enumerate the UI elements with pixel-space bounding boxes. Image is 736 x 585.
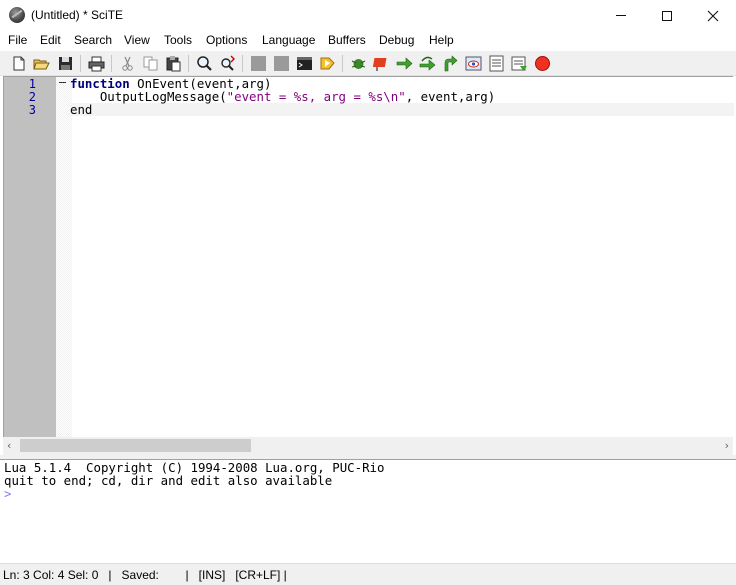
status-text: Ln: 3 Col: 4 Sel: 0 | Saved: | [INS] [CR… [3,568,287,582]
toolbar [0,51,736,76]
output-prompt: > [4,486,12,501]
minimize-icon [616,15,626,16]
close-button[interactable] [690,0,736,31]
menu-edit[interactable]: Edit [40,33,61,47]
fold-margin[interactable] [56,77,72,438]
save-icon[interactable] [57,55,74,72]
watch-icon[interactable] [465,55,482,72]
toolbar-separator [80,55,81,72]
toolbar-separator [188,55,189,72]
find-icon[interactable] [196,55,213,72]
menu-bar: File Edit Search View Tools Options Lang… [0,31,736,51]
paste-icon[interactable] [165,55,182,72]
scite-app-icon[interactable] [9,7,25,23]
menu-search[interactable]: Search [74,33,112,47]
line-number: 1 [28,77,36,91]
scroll-right-icon[interactable]: › [725,439,729,452]
maximize-icon [662,10,672,21]
scroll-left-icon[interactable]: ‹ [7,439,11,452]
scrollbar-thumb[interactable] [20,439,251,452]
horizontal-scrollbar[interactable]: ‹ › [3,437,733,455]
step-over-icon[interactable] [419,55,436,72]
stop-icon[interactable] [534,55,551,72]
status-bar: Ln: 3 Col: 4 Sel: 0 | Saved: | [INS] [CR… [0,563,736,585]
cut-icon[interactable] [119,55,136,72]
output-pane[interactable]: Lua 5.1.4 Copyright (C) 1994-2008 Lua.or… [3,461,733,563]
code-token: end [70,102,93,117]
code-token: , event,arg) [405,89,496,104]
code-line: end [70,103,92,117]
build-icon[interactable] [273,55,290,72]
line-number: 2 [28,90,36,104]
title-bar: (Untitled) * SciTE [0,0,736,31]
replace-icon[interactable] [219,55,236,72]
step-out-icon[interactable] [442,55,459,72]
print-icon[interactable] [88,55,105,72]
menu-help[interactable]: Help [429,33,454,47]
menu-language[interactable]: Language [262,33,315,47]
toolbar-separator [242,55,243,72]
compile-icon[interactable] [250,55,267,72]
toolbar-separator [111,55,112,72]
go-icon[interactable] [319,55,336,72]
menu-tools[interactable]: Tools [164,33,192,47]
stack-icon[interactable] [511,55,528,72]
locals-icon[interactable] [488,55,505,72]
output-line: quit to end; cd, dir and edit also avail… [4,473,333,488]
copy-icon[interactable] [142,55,159,72]
maximize-button[interactable] [644,0,690,31]
step-icon[interactable] [396,55,413,72]
current-line-highlight [70,103,734,116]
menu-file[interactable]: File [8,33,27,47]
toolbar-separator [342,55,343,72]
menu-view[interactable]: View [124,33,150,47]
code-line: OutputLogMessage("event = %s, arg = %s\n… [70,90,495,104]
menu-options[interactable]: Options [206,33,247,47]
close-icon [707,10,719,21]
open-icon[interactable] [33,55,50,72]
window-title: (Untitled) * SciTE [31,8,124,22]
menu-buffers[interactable]: Buffers [328,33,366,47]
menu-debug[interactable]: Debug [379,33,414,47]
line-number: 3 [28,103,36,117]
debug-bug-icon[interactable] [350,55,367,72]
new-icon[interactable] [10,55,27,72]
terminal-icon[interactable] [296,55,313,72]
fold-collapse-icon[interactable] [59,82,66,83]
breakpoint-icon[interactable] [373,55,390,72]
minimize-button[interactable] [598,0,644,31]
code-token: OutputLogMessage( [70,89,227,104]
code-editor[interactable]: 1 2 3 function OnEvent(event,arg) Output… [3,76,734,438]
string-token: "event = %s, arg = %s\n" [226,89,406,104]
line-number-gutter: 1 2 3 [4,77,56,438]
